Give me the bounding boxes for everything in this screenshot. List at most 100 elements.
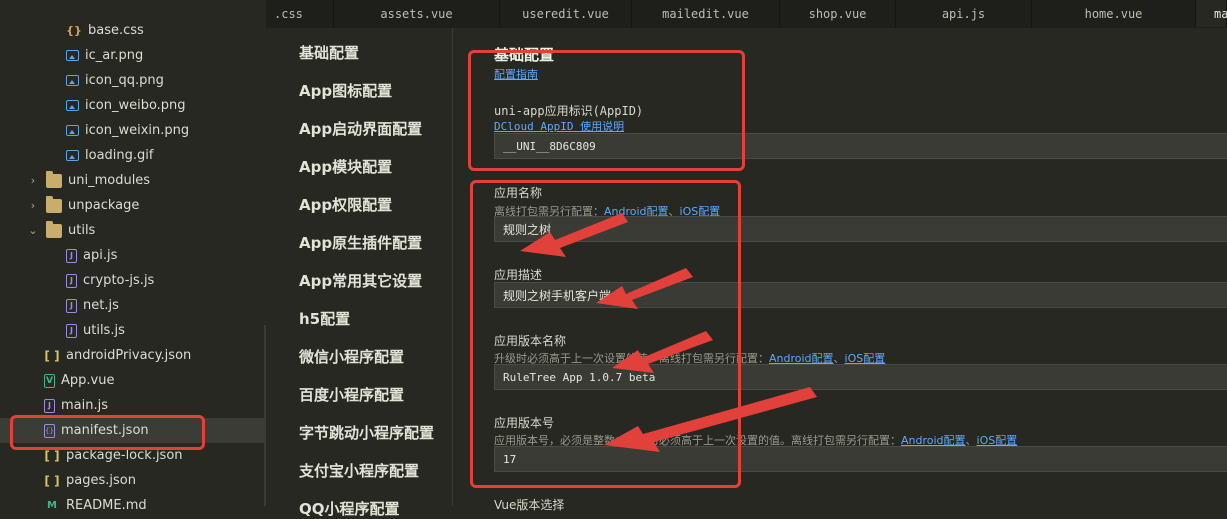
appid-help-link[interactable]: DCloud AppID 使用说明 <box>494 118 624 134</box>
tab-mailedit-vue[interactable]: mailedit.vue <box>632 0 780 27</box>
folder-open-icon <box>46 220 62 238</box>
tree-item-package-lock[interactable]: [ ] package-lock.json <box>0 443 266 468</box>
tree-item-label: App.vue <box>61 373 115 388</box>
nav-item-app-modules[interactable]: App模块配置 <box>299 156 392 177</box>
nav-item-weixin-mp[interactable]: 微信小程序配置 <box>299 346 404 367</box>
tree-item-android-privacy[interactable]: [ ] androidPrivacy.json <box>0 343 266 368</box>
file-tree-sidebar: {} base.css ic_ar.png icon_qq.png icon_w… <box>0 0 266 513</box>
basic-config-form: 基础配置 配置指南 uni-app应用标识(AppID) DCloud AppI… <box>453 28 1227 512</box>
js-file-icon: J <box>66 298 77 313</box>
appid-field[interactable]: __UNI__8D6C809 <box>494 133 1227 159</box>
tab-assets-vue[interactable]: assets.vue <box>334 0 500 27</box>
tab-api-js[interactable]: api.js <box>896 0 1032 27</box>
app-name-field[interactable]: 规则之树 <box>494 216 1227 242</box>
tree-folder-unpackage[interactable]: › unpackage <box>0 193 266 218</box>
tab-useredit-vue[interactable]: useredit.vue <box>500 0 632 27</box>
nav-item-app-other[interactable]: App常用其它设置 <box>299 270 422 291</box>
image-icon <box>66 100 79 111</box>
nav-item-baidu-mp[interactable]: 百度小程序配置 <box>299 384 404 405</box>
chevron-down-icon[interactable]: ⌄ <box>26 224 40 237</box>
tree-item-label: net.js <box>83 298 119 313</box>
appid-label: uni-app应用标识(AppID) <box>494 104 644 118</box>
tab-label: home.vue <box>1084 6 1143 21</box>
tab-home-vue[interactable]: home.vue <box>1032 0 1196 27</box>
nav-item-app-splash[interactable]: App启动界面配置 <box>299 118 422 139</box>
js-file-icon: J <box>66 248 77 263</box>
tree-item-loading-gif[interactable]: loading.gif <box>0 143 266 168</box>
tree-item-label: unpackage <box>68 198 140 213</box>
version-code-field[interactable]: 17 <box>494 446 1227 472</box>
tree-item-icon-qq[interactable]: icon_qq.png <box>0 68 266 93</box>
chevron-right-icon[interactable]: › <box>26 174 40 187</box>
tree-item-label: main.js <box>61 398 108 413</box>
chevron-right-icon[interactable]: › <box>26 199 40 212</box>
config-guide-link[interactable]: 配置指南 <box>494 66 538 82</box>
tree-item-label: api.js <box>83 248 118 263</box>
version-code-value: 17 <box>503 452 517 466</box>
nav-item-app-icon[interactable]: App图标配置 <box>299 80 392 101</box>
tree-item-label: loading.gif <box>85 148 154 163</box>
app-name-label: 应用名称 <box>494 186 543 200</box>
nav-item-app-native-plugins[interactable]: App原生插件配置 <box>299 232 422 253</box>
tab-label: mailedit.vue <box>662 6 749 21</box>
tree-item-label: utils.js <box>83 323 125 338</box>
tab-css[interactable]: .css <box>266 0 334 27</box>
nav-item-qq-mp[interactable]: QQ小程序配置 <box>299 498 400 519</box>
tree-item-app-vue[interactable]: V App.vue <box>0 368 266 393</box>
js-file-icon: J <box>66 323 77 338</box>
tree-item-label: crypto-js.js <box>83 273 155 288</box>
tree-item-api-js[interactable]: J api.js <box>0 243 266 268</box>
tab-manifest-active[interactable]: ma <box>1196 0 1227 27</box>
tree-item-base-css[interactable]: {} base.css <box>0 18 266 43</box>
css-braces-icon: {} <box>66 24 82 37</box>
folder-icon <box>46 195 62 213</box>
nav-item-toutiao-mp[interactable]: 字节跳动小程序配置 <box>299 422 434 443</box>
tab-label: useredit.vue <box>522 6 609 21</box>
tree-item-main-js[interactable]: J main.js <box>0 393 266 418</box>
form-title: 基础配置 <box>494 46 555 64</box>
tree-item-utils-js[interactable]: J utils.js <box>0 318 266 343</box>
tree-item-label: icon_weixin.png <box>85 123 190 138</box>
sidebar-scrollbar[interactable] <box>264 325 266 506</box>
tree-folder-utils[interactable]: ⌄ utils <box>0 218 266 243</box>
app-desc-field[interactable]: 规则之树手机客户端 <box>494 282 1227 308</box>
tree-item-pages-json[interactable]: [ ] pages.json <box>0 468 266 493</box>
tree-item-label: uni_modules <box>68 173 151 188</box>
nav-item-app-permissions[interactable]: App权限配置 <box>299 194 392 215</box>
tree-item-icon-weixin[interactable]: icon_weixin.png <box>0 118 266 143</box>
nav-item-h5[interactable]: h5配置 <box>299 308 350 329</box>
nav-item-alipay-mp[interactable]: 支付宝小程序配置 <box>299 460 419 481</box>
tree-item-label: base.css <box>88 23 144 38</box>
tree-item-ic-ar[interactable]: ic_ar.png <box>0 43 266 68</box>
config-nav: 基础配置 App图标配置 App启动界面配置 App模块配置 App权限配置 A… <box>274 28 452 518</box>
folder-icon <box>46 170 62 188</box>
tree-folder-uni-modules[interactable]: › uni_modules <box>0 168 266 193</box>
tree-item-crypto-js[interactable]: J crypto-js.js <box>0 268 266 293</box>
appid-value: __UNI__8D6C809 <box>503 139 596 153</box>
json-bracket-icon: [ ] <box>44 448 60 463</box>
tab-label: api.js <box>941 6 986 21</box>
tree-item-icon-weibo[interactable]: icon_weibo.png <box>0 93 266 118</box>
version-name-field[interactable]: RuleTree App 1.0.7 beta <box>494 364 1227 390</box>
tab-label: .css <box>274 6 303 21</box>
image-icon <box>66 150 79 161</box>
tab-label: shop.vue <box>808 6 867 21</box>
tree-item-label: ic_ar.png <box>85 48 144 63</box>
tab-shop-vue[interactable]: shop.vue <box>780 0 896 27</box>
tree-item-net-js[interactable]: J net.js <box>0 293 266 318</box>
app-desc-value: 规则之树手机客户端 <box>503 288 612 303</box>
app-desc-label: 应用描述 <box>494 268 543 282</box>
tree-item-label: icon_qq.png <box>85 73 164 88</box>
tree-item-label: pages.json <box>66 473 136 488</box>
nav-item-basic[interactable]: 基础配置 <box>299 42 359 63</box>
app-name-value: 规则之树 <box>503 222 552 237</box>
tree-item-manifest-json[interactable]: {} manifest.json <box>0 418 266 443</box>
js-file-icon: J <box>44 398 55 413</box>
vue-version-label: Vue版本选择 <box>494 498 565 512</box>
image-icon <box>66 125 79 136</box>
editor-tab-bar: .css assets.vue useredit.vue mailedit.vu… <box>266 0 1227 28</box>
image-icon <box>66 50 79 61</box>
tab-label: ma <box>1214 6 1227 21</box>
tree-item-label: icon_weibo.png <box>85 98 186 113</box>
js-file-icon: J <box>66 273 77 288</box>
